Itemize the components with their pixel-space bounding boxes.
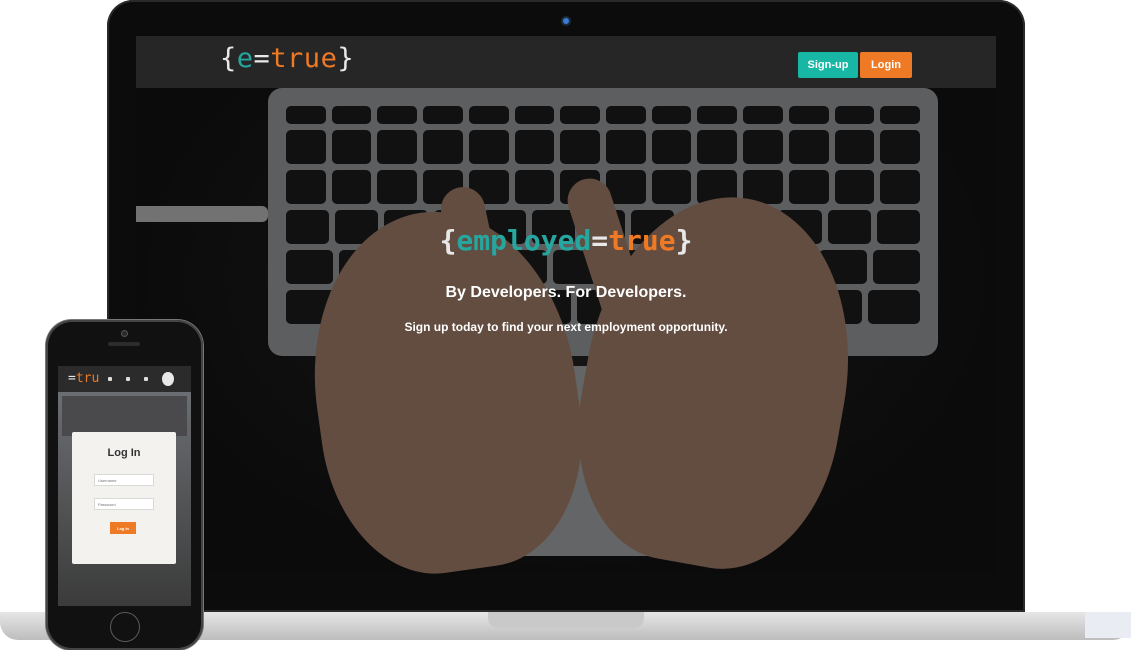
logo-true: true bbox=[270, 43, 338, 74]
phone-camera-icon bbox=[122, 331, 127, 336]
password-input[interactable] bbox=[94, 498, 154, 510]
top-navbar: {e=true} Sign-up Login bbox=[136, 36, 996, 88]
signup-button[interactable]: Sign-up bbox=[798, 52, 858, 78]
hero-description: Sign up today to find your next employme… bbox=[404, 320, 728, 334]
hero-employed: employed bbox=[456, 224, 592, 257]
hero-close-brace: } bbox=[675, 224, 693, 257]
brand-logo[interactable]: {e=true} bbox=[220, 43, 354, 74]
hero-open-brace: { bbox=[439, 224, 457, 257]
phone-nav-dot-icon[interactable] bbox=[126, 377, 130, 381]
phone-navbar: =tru bbox=[58, 366, 191, 392]
home-button-icon[interactable] bbox=[110, 612, 140, 642]
hero-background-image bbox=[136, 36, 996, 574]
laptop-notch bbox=[488, 612, 644, 628]
hero-true: true bbox=[608, 224, 676, 257]
phone-nav-square-icon[interactable] bbox=[144, 377, 148, 381]
login-submit-button[interactable]: Log In bbox=[110, 522, 136, 534]
phone-logo-equals: = bbox=[68, 371, 76, 386]
login-card: Log In Log In bbox=[72, 432, 176, 564]
phone-screen: =tru Log In Log In bbox=[58, 366, 191, 606]
logo-equals: = bbox=[253, 43, 271, 74]
hero-subtitle: By Developers. For Developers. bbox=[445, 284, 687, 301]
phone-nav-dot-icon[interactable] bbox=[108, 377, 112, 381]
username-input[interactable] bbox=[94, 474, 154, 486]
phone-brand-logo[interactable]: =tru bbox=[68, 371, 99, 386]
phone-speaker bbox=[108, 342, 140, 346]
phone-avatar[interactable] bbox=[162, 372, 174, 386]
hero-title: {employed=true} bbox=[136, 224, 996, 257]
laptop-base-edge bbox=[1085, 612, 1131, 638]
phone-keyboard-image bbox=[62, 396, 187, 436]
logo-e: e bbox=[236, 43, 254, 74]
logo-open-brace: { bbox=[220, 43, 237, 74]
image-overlay bbox=[136, 36, 996, 574]
laptop-screen: {e=true} Sign-up Login {employed=true} B… bbox=[136, 36, 996, 574]
phone-frame: =tru Log In Log In bbox=[46, 320, 203, 650]
login-title: Log In bbox=[107, 447, 141, 459]
logo-close-brace: } bbox=[337, 43, 355, 74]
hero-equals: = bbox=[591, 224, 609, 257]
login-button[interactable]: Login bbox=[860, 52, 912, 78]
laptop-camera-icon bbox=[563, 18, 569, 24]
phone-logo-tru: tru bbox=[75, 371, 100, 386]
